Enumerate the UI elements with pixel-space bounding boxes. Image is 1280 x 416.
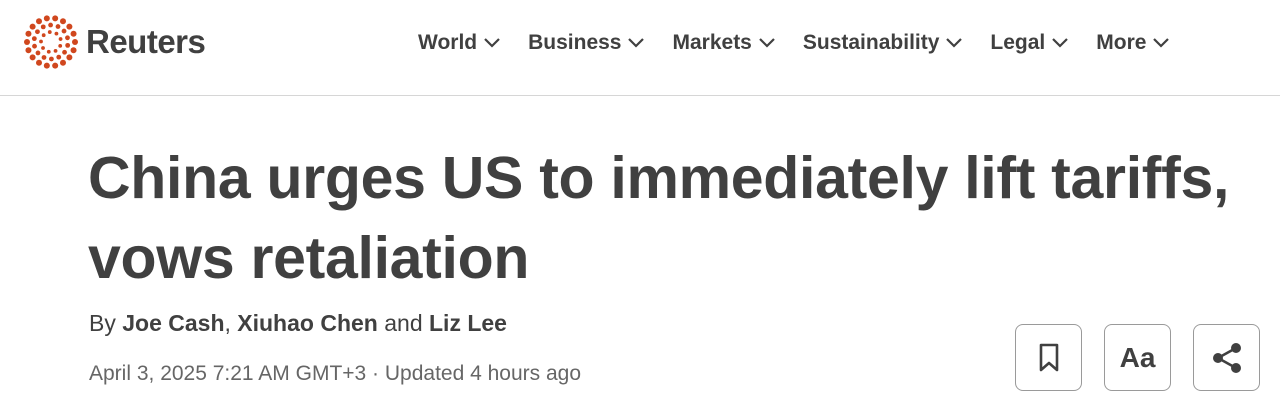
font-size-label: Aa xyxy=(1119,341,1156,373)
reuters-logo-icon xyxy=(24,15,78,69)
logo-dot xyxy=(40,24,46,30)
logo-dot xyxy=(41,46,45,50)
logo-dot xyxy=(43,62,50,69)
logo-dot xyxy=(41,33,46,38)
article-headline: China urges US to immediately lift tarif… xyxy=(88,138,1278,298)
logo-dot xyxy=(29,54,36,61)
logo-dot xyxy=(60,59,66,66)
nav-item-label: World xyxy=(418,31,478,54)
nav-item-label: Markets xyxy=(672,31,752,54)
site-header: Reuters World Business Markets Sustainab… xyxy=(0,0,1280,96)
nav-item-label: Sustainability xyxy=(802,31,940,54)
logo-dot xyxy=(66,23,73,30)
headline-line-2: vows retaliation xyxy=(88,225,530,291)
logo-dot xyxy=(31,36,37,42)
logo-dot xyxy=(72,39,78,45)
author-link[interactable]: Liz Lee xyxy=(429,310,507,336)
logo-dot xyxy=(61,28,67,34)
byline-separator: and xyxy=(384,310,423,336)
logo-dot xyxy=(25,30,32,37)
bookmark-button[interactable] xyxy=(1015,324,1082,391)
chevron-down-icon xyxy=(627,37,645,49)
logo-dot xyxy=(29,23,36,30)
byline-prefix: By xyxy=(89,310,116,336)
nav-item-legal[interactable]: Legal xyxy=(990,31,1069,55)
logo-dot xyxy=(52,15,59,22)
logo-dot xyxy=(47,30,52,34)
article-header: China urges US to immediately lift tarif… xyxy=(0,96,1280,416)
chevron-down-icon xyxy=(1152,37,1170,49)
logo-dot xyxy=(58,37,63,41)
bookmark-icon xyxy=(1039,343,1058,371)
chevron-down-icon xyxy=(758,37,776,49)
chevron-down-icon xyxy=(1051,37,1069,49)
author-link[interactable]: Joe Cash xyxy=(122,310,224,336)
main-nav: World Business Markets Sustainability Le… xyxy=(418,25,1170,61)
byline: By Joe Cash, Xiuhao Chen and Liz Lee xyxy=(89,310,507,337)
reuters-logo[interactable]: Reuters xyxy=(24,14,206,70)
share-icon xyxy=(1212,342,1241,373)
logo-dot xyxy=(48,22,53,28)
logo-dot xyxy=(41,55,47,60)
logo-dot xyxy=(70,47,77,54)
share-button[interactable] xyxy=(1193,324,1260,391)
chevron-down-icon xyxy=(945,37,963,49)
logo-dot xyxy=(58,43,63,48)
logo-dot xyxy=(25,47,32,54)
headline-line-1: China urges US to immediately lift tarif… xyxy=(88,145,1230,211)
logo-dot xyxy=(60,18,66,25)
logo-dot xyxy=(55,24,61,29)
logo-dot xyxy=(32,43,37,49)
logo-dot xyxy=(35,29,40,35)
nav-item-more[interactable]: More xyxy=(1096,31,1170,55)
logo-dot xyxy=(49,56,54,62)
logo-dot xyxy=(53,49,58,53)
logo-dot xyxy=(65,35,70,41)
logo-dot xyxy=(65,42,71,48)
logo-dot xyxy=(24,39,30,45)
logo-dot xyxy=(66,54,73,61)
logo-dot xyxy=(46,49,51,54)
logo-dot xyxy=(36,18,42,25)
logo-dot xyxy=(35,50,41,56)
chevron-down-icon xyxy=(483,37,501,49)
logo-dot xyxy=(70,30,77,37)
logo-dot xyxy=(54,31,59,36)
byline-separator: , xyxy=(224,310,231,336)
author-link[interactable]: Xiuhao Chen xyxy=(237,310,378,336)
nav-item-sustainability[interactable]: Sustainability xyxy=(803,31,964,55)
logo-dot xyxy=(39,39,43,44)
nav-item-markets[interactable]: Markets xyxy=(672,31,775,55)
logo-dot xyxy=(62,49,67,55)
logo-dot xyxy=(43,15,50,22)
logo-dot xyxy=(36,59,42,66)
logo-wordmark: Reuters xyxy=(86,23,206,60)
logo-dot xyxy=(56,54,62,60)
publish-dateline: April 3, 2025 7:21 AM GMT+3 · Updated 4 … xyxy=(89,362,582,385)
nav-item-label: Legal xyxy=(990,31,1046,54)
logo-dot xyxy=(52,62,59,69)
nav-item-label: More xyxy=(1096,31,1147,54)
nav-item-world[interactable]: World xyxy=(418,31,501,55)
nav-item-label: Business xyxy=(528,31,622,54)
font-size-button[interactable]: Aa xyxy=(1104,324,1171,391)
nav-item-business[interactable]: Business xyxy=(528,31,645,55)
